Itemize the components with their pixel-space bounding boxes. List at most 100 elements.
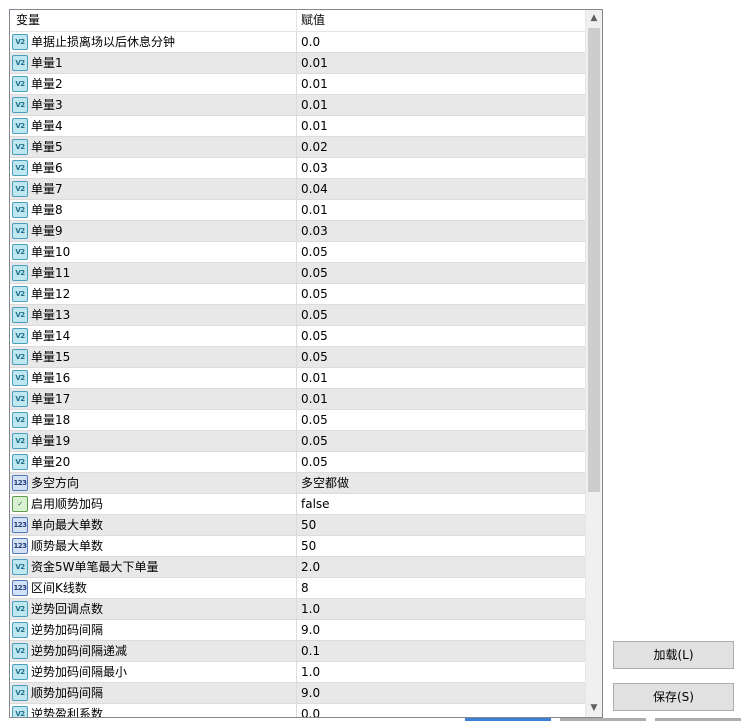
table-row[interactable]: 123 顺势最大单数 50 bbox=[10, 536, 586, 557]
parameter-value-cell[interactable]: 0.05 bbox=[301, 326, 581, 346]
table-row[interactable]: V2 单量6 0.03 bbox=[10, 158, 586, 179]
table-row[interactable]: V2 单据止损离场以后休息分钟 0.0 bbox=[10, 32, 586, 53]
parameter-name-cell[interactable]: V2 单量13 bbox=[10, 305, 297, 325]
parameter-name-cell[interactable]: V2 单量5 bbox=[10, 137, 297, 157]
table-row[interactable]: V2 单量8 0.01 bbox=[10, 200, 586, 221]
vertical-scrollbar[interactable]: ▲ ▼ bbox=[585, 10, 602, 717]
parameter-value-cell[interactable]: 0.01 bbox=[301, 116, 581, 136]
parameter-name-cell[interactable]: V2 单量17 bbox=[10, 389, 297, 409]
parameter-name-cell[interactable]: V2 单量20 bbox=[10, 452, 297, 472]
parameter-name-cell[interactable]: V2 资金5W单笔最大下单量 bbox=[10, 557, 297, 577]
table-row[interactable]: V2 单量12 0.05 bbox=[10, 284, 586, 305]
table-row[interactable]: V2 逆势加码间隔最小 1.0 bbox=[10, 662, 586, 683]
column-header-value[interactable]: 赋值 bbox=[297, 10, 586, 31]
parameter-value-cell[interactable]: 0.05 bbox=[301, 242, 581, 262]
parameter-value-cell[interactable]: 1.0 bbox=[301, 599, 581, 619]
parameter-value-cell[interactable]: 9.0 bbox=[301, 683, 581, 703]
parameter-name-cell[interactable]: V2 单量2 bbox=[10, 74, 297, 94]
parameter-value-cell[interactable]: 0.04 bbox=[301, 179, 581, 199]
table-row[interactable]: V2 单量14 0.05 bbox=[10, 326, 586, 347]
parameter-value-cell[interactable]: 0.05 bbox=[301, 284, 581, 304]
table-row[interactable]: 123 多空方向 多空都做 bbox=[10, 473, 586, 494]
parameter-name-cell[interactable]: V2 单量19 bbox=[10, 431, 297, 451]
parameter-value-cell[interactable]: 0.01 bbox=[301, 200, 581, 220]
parameter-name-cell[interactable]: 123 区间K线数 bbox=[10, 578, 297, 598]
parameter-value-cell[interactable]: false bbox=[301, 494, 581, 514]
table-row[interactable]: V2 单量3 0.01 bbox=[10, 95, 586, 116]
parameter-value-cell[interactable]: 多空都做 bbox=[301, 473, 581, 493]
parameter-value-cell[interactable]: 0.02 bbox=[301, 137, 581, 157]
parameter-value-cell[interactable]: 0.1 bbox=[301, 641, 581, 661]
parameter-value-cell[interactable]: 0.05 bbox=[301, 452, 581, 472]
parameter-value-cell[interactable]: 0.05 bbox=[301, 305, 581, 325]
table-row[interactable]: V2 资金5W单笔最大下单量 2.0 bbox=[10, 557, 586, 578]
parameter-name-cell[interactable]: 123 多空方向 bbox=[10, 473, 297, 493]
parameter-value-cell[interactable]: 9.0 bbox=[301, 620, 581, 640]
parameter-name-cell[interactable]: V2 单量3 bbox=[10, 95, 297, 115]
parameter-value-cell[interactable]: 0.01 bbox=[301, 53, 581, 73]
parameter-value-cell[interactable]: 0.05 bbox=[301, 347, 581, 367]
parameter-name-cell[interactable]: ✓ 启用顺势加码 bbox=[10, 494, 297, 514]
parameter-name-cell[interactable]: V2 单量14 bbox=[10, 326, 297, 346]
parameter-value-cell[interactable]: 0.05 bbox=[301, 431, 581, 451]
parameter-name-cell[interactable]: 123 顺势最大单数 bbox=[10, 536, 297, 556]
parameter-value-cell[interactable]: 8 bbox=[301, 578, 581, 598]
table-row[interactable]: V2 单量17 0.01 bbox=[10, 389, 586, 410]
parameter-name-cell[interactable]: V2 单量18 bbox=[10, 410, 297, 430]
parameter-value-cell[interactable]: 0.01 bbox=[301, 95, 581, 115]
parameter-name-cell[interactable]: V2 单量11 bbox=[10, 263, 297, 283]
parameter-name-cell[interactable]: V2 单量12 bbox=[10, 284, 297, 304]
table-row[interactable]: V2 逆势回调点数 1.0 bbox=[10, 599, 586, 620]
parameter-value-cell[interactable]: 0.03 bbox=[301, 158, 581, 178]
table-row[interactable]: V2 单量11 0.05 bbox=[10, 263, 586, 284]
table-row[interactable]: 123 区间K线数 8 bbox=[10, 578, 586, 599]
parameter-name-cell[interactable]: V2 单据止损离场以后休息分钟 bbox=[10, 32, 297, 52]
parameter-name-cell[interactable]: V2 逆势加码间隔最小 bbox=[10, 662, 297, 682]
parameter-name-cell[interactable]: V2 逆势加码间隔 bbox=[10, 620, 297, 640]
parameter-name-cell[interactable]: V2 逆势盈利系数 bbox=[10, 704, 297, 717]
table-row[interactable]: V2 单量20 0.05 bbox=[10, 452, 586, 473]
parameter-value-cell[interactable]: 1.0 bbox=[301, 662, 581, 682]
table-row[interactable]: V2 单量13 0.05 bbox=[10, 305, 586, 326]
parameter-name-cell[interactable]: V2 单量4 bbox=[10, 116, 297, 136]
parameter-value-cell[interactable]: 0.01 bbox=[301, 368, 581, 388]
table-row[interactable]: V2 逆势盈利系数 0.0 bbox=[10, 704, 586, 717]
parameter-value-cell[interactable]: 0.05 bbox=[301, 410, 581, 430]
table-row[interactable]: 123 单向最大单数 50 bbox=[10, 515, 586, 536]
parameter-name-cell[interactable]: 123 单向最大单数 bbox=[10, 515, 297, 535]
table-row[interactable]: V2 单量5 0.02 bbox=[10, 137, 586, 158]
table-row[interactable]: V2 顺势加码间隔 9.0 bbox=[10, 683, 586, 704]
table-row[interactable]: V2 单量19 0.05 bbox=[10, 431, 586, 452]
parameter-name-cell[interactable]: V2 单量9 bbox=[10, 221, 297, 241]
table-row[interactable]: V2 单量2 0.01 bbox=[10, 74, 586, 95]
parameter-value-cell[interactable]: 0.01 bbox=[301, 74, 581, 94]
scroll-thumb[interactable] bbox=[588, 28, 600, 492]
table-row[interactable]: V2 单量7 0.04 bbox=[10, 179, 586, 200]
parameter-name-cell[interactable]: V2 单量7 bbox=[10, 179, 297, 199]
table-row[interactable]: V2 单量15 0.05 bbox=[10, 347, 586, 368]
parameter-name-cell[interactable]: V2 单量10 bbox=[10, 242, 297, 262]
parameter-value-cell[interactable]: 0.05 bbox=[301, 263, 581, 283]
parameter-name-cell[interactable]: V2 单量16 bbox=[10, 368, 297, 388]
parameter-value-cell[interactable]: 2.0 bbox=[301, 557, 581, 577]
scroll-up-arrow-icon[interactable]: ▲ bbox=[586, 10, 602, 27]
table-row[interactable]: V2 单量4 0.01 bbox=[10, 116, 586, 137]
load-button[interactable]: 加载(L) bbox=[613, 641, 734, 669]
table-row[interactable]: V2 单量10 0.05 bbox=[10, 242, 586, 263]
table-row[interactable]: V2 单量9 0.03 bbox=[10, 221, 586, 242]
parameter-name-cell[interactable]: V2 顺势加码间隔 bbox=[10, 683, 297, 703]
parameter-name-cell[interactable]: V2 单量15 bbox=[10, 347, 297, 367]
save-button[interactable]: 保存(S) bbox=[613, 683, 734, 711]
parameter-value-cell[interactable]: 50 bbox=[301, 515, 581, 535]
scroll-down-arrow-icon[interactable]: ▼ bbox=[586, 700, 602, 717]
table-row[interactable]: V2 逆势加码间隔 9.0 bbox=[10, 620, 586, 641]
parameter-value-cell[interactable]: 0.0 bbox=[301, 704, 581, 717]
parameter-name-cell[interactable]: V2 单量1 bbox=[10, 53, 297, 73]
table-row[interactable]: V2 单量18 0.05 bbox=[10, 410, 586, 431]
parameter-name-cell[interactable]: V2 单量8 bbox=[10, 200, 297, 220]
parameter-value-cell[interactable]: 0.01 bbox=[301, 389, 581, 409]
parameter-name-cell[interactable]: V2 单量6 bbox=[10, 158, 297, 178]
parameter-name-cell[interactable]: V2 逆势加码间隔递减 bbox=[10, 641, 297, 661]
parameter-value-cell[interactable]: 0.0 bbox=[301, 32, 581, 52]
table-row[interactable]: V2 单量1 0.01 bbox=[10, 53, 586, 74]
